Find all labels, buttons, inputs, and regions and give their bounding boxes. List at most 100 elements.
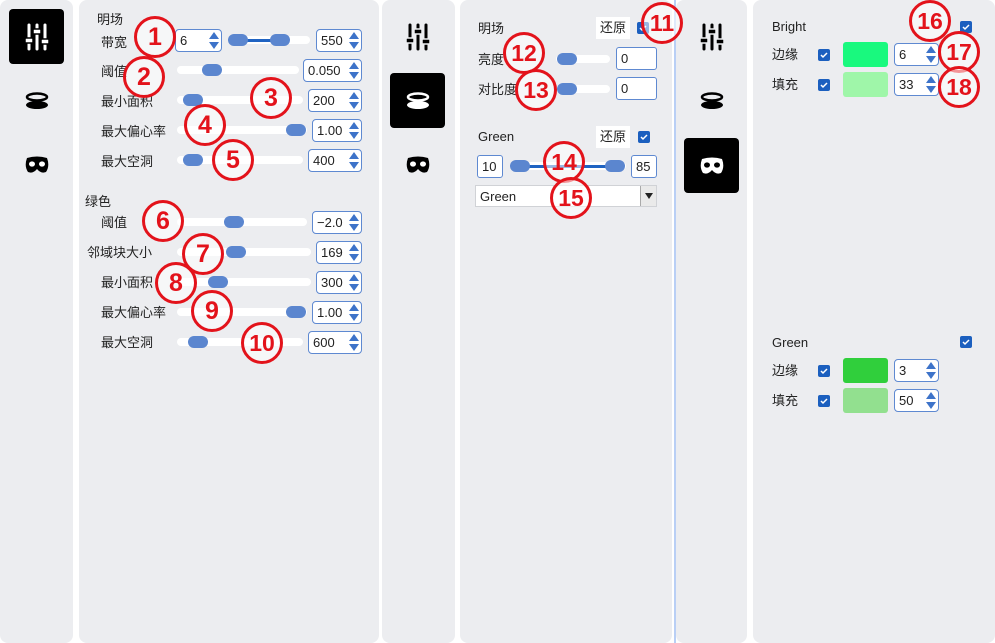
brightness-slider-handle[interactable]	[557, 53, 577, 65]
mask-tab-button[interactable]	[684, 138, 739, 193]
bandwidth-min-handle[interactable]	[228, 34, 248, 46]
spin-down-icon[interactable]	[348, 223, 360, 233]
spin-up-icon[interactable]	[348, 60, 360, 70]
bright-edge-label: 边缘	[772, 47, 799, 62]
spin-up-icon[interactable]	[348, 302, 360, 312]
threshold-slider-handle[interactable]	[202, 64, 222, 76]
green-edge-color-swatch[interactable]	[843, 358, 888, 383]
green-edge-label: 边缘	[772, 363, 799, 378]
green-min-area-slider-handle[interactable]	[208, 276, 228, 288]
max-hole-slider-handle[interactable]	[183, 154, 203, 166]
green-max-hole-slider-handle[interactable]	[188, 336, 208, 348]
annotation-badge: 5	[212, 139, 254, 181]
bandwidth-min-spinbox[interactable]: 6	[175, 29, 222, 52]
spin-down-icon[interactable]	[348, 101, 360, 111]
green-fill-color-swatch[interactable]	[843, 388, 888, 413]
green-reset-button[interactable]: 还原	[596, 126, 631, 148]
bright-fill-checkbox[interactable]	[818, 79, 830, 91]
ring-tab-button[interactable]	[684, 73, 739, 128]
sliders-tab-button[interactable]	[9, 9, 64, 64]
block-size-slider-handle[interactable]	[226, 246, 246, 258]
check-icon	[640, 134, 648, 141]
annotation-badge: 11	[641, 2, 683, 44]
green-max-eccentricity-value: 1.00	[317, 305, 343, 320]
spin-up-icon[interactable]	[348, 212, 360, 222]
green-fill-opacity-spinbox[interactable]: 50	[894, 389, 939, 412]
bright-fill-color-swatch[interactable]	[843, 72, 888, 97]
green-edge-checkbox[interactable]	[818, 365, 830, 377]
spin-down-icon[interactable]	[208, 41, 220, 51]
green-min-area-value: 300	[321, 275, 343, 290]
green-max-eccentricity-slider-handle[interactable]	[286, 306, 306, 318]
ring-tab-button[interactable]	[390, 73, 445, 128]
bandwidth-max-spinbox[interactable]: 550	[316, 29, 362, 52]
contrast-slider-handle[interactable]	[557, 83, 577, 95]
spin-down-icon[interactable]	[348, 71, 360, 81]
green-range-max-input[interactable]: 85	[631, 155, 657, 178]
max-hole-spinbox[interactable]: 400	[308, 149, 362, 172]
ring-tab-button[interactable]	[9, 73, 64, 128]
max-eccentricity-slider-handle[interactable]	[286, 124, 306, 136]
green-overlay-checkbox[interactable]	[960, 336, 972, 348]
green-range-min-input[interactable]: 10	[477, 155, 503, 178]
bright-edge-width-spinbox[interactable]: 6	[894, 43, 939, 66]
spin-down-icon[interactable]	[348, 131, 360, 141]
spin-up-icon[interactable]	[348, 242, 360, 252]
annotation-badge: 3	[250, 77, 292, 119]
spin-up-icon[interactable]	[925, 44, 937, 54]
bright-fill-opacity-spinbox[interactable]: 33	[894, 73, 939, 96]
brightfield-reset-button[interactable]: 还原	[596, 17, 631, 39]
brightness-input[interactable]: 0	[616, 47, 657, 70]
spin-up-icon[interactable]	[348, 150, 360, 160]
green-colormap-value: Green	[480, 189, 517, 204]
green-max-hole-spinbox[interactable]: 600	[308, 331, 362, 354]
green-threshold-slider-handle[interactable]	[224, 216, 244, 228]
green-visible-checkbox[interactable]	[638, 131, 650, 143]
green-edge-width-spinbox[interactable]: 3	[894, 359, 939, 382]
green-min-area-spinbox[interactable]: 300	[316, 271, 362, 294]
green-max-eccentricity-spinbox[interactable]: 1.00	[312, 301, 362, 324]
spin-up-icon[interactable]	[925, 390, 937, 400]
spin-down-icon[interactable]	[925, 55, 937, 65]
green-min-area-slider-track[interactable]	[177, 278, 311, 286]
sliders-tab-button[interactable]	[390, 9, 445, 64]
bright-edge-checkbox[interactable]	[818, 49, 830, 61]
block-size-spinbox[interactable]: 169	[316, 241, 362, 264]
spin-down-icon[interactable]	[925, 401, 937, 411]
threshold-slider-track[interactable]	[177, 66, 299, 74]
spin-down-icon[interactable]	[348, 253, 360, 263]
min-area-spinbox[interactable]: 200	[308, 89, 362, 112]
spin-up-icon[interactable]	[348, 120, 360, 130]
mask-tab-button[interactable]	[9, 137, 64, 192]
min-area-value: 200	[313, 93, 335, 108]
threshold-spinbox[interactable]: 0.050	[303, 59, 362, 82]
spin-up-icon[interactable]	[348, 332, 360, 342]
sliders-tab-button[interactable]	[684, 9, 739, 64]
bandwidth-max-handle[interactable]	[270, 34, 290, 46]
contrast-input[interactable]: 0	[616, 77, 657, 100]
spin-down-icon[interactable]	[925, 85, 937, 95]
spin-down-icon[interactable]	[925, 371, 937, 381]
spin-up-icon[interactable]	[925, 74, 937, 84]
green-fill-checkbox[interactable]	[818, 395, 830, 407]
spin-up-icon[interactable]	[348, 272, 360, 282]
green-threshold-spinbox[interactable]: −2.0	[312, 211, 362, 234]
spin-down-icon[interactable]	[348, 283, 360, 293]
spin-down-icon[interactable]	[348, 343, 360, 353]
chevron-down-icon[interactable]	[640, 186, 656, 206]
spin-down-icon[interactable]	[348, 41, 360, 51]
spin-up-icon[interactable]	[208, 30, 220, 40]
bright-edge-color-swatch[interactable]	[843, 42, 888, 67]
mask-tab-button[interactable]	[390, 137, 445, 192]
spin-down-icon[interactable]	[348, 313, 360, 323]
spin-down-icon[interactable]	[348, 161, 360, 171]
max-eccentricity-spinbox[interactable]: 1.00	[312, 119, 362, 142]
overlay-section-title-bright: Bright	[772, 19, 806, 34]
spin-up-icon[interactable]	[348, 30, 360, 40]
spin-up-icon[interactable]	[925, 360, 937, 370]
bright-fill-label: 填充	[772, 77, 799, 92]
green-range-min-handle[interactable]	[510, 160, 530, 172]
green-range-max-handle[interactable]	[605, 160, 625, 172]
ring-icon	[700, 91, 723, 109]
spin-up-icon[interactable]	[348, 90, 360, 100]
